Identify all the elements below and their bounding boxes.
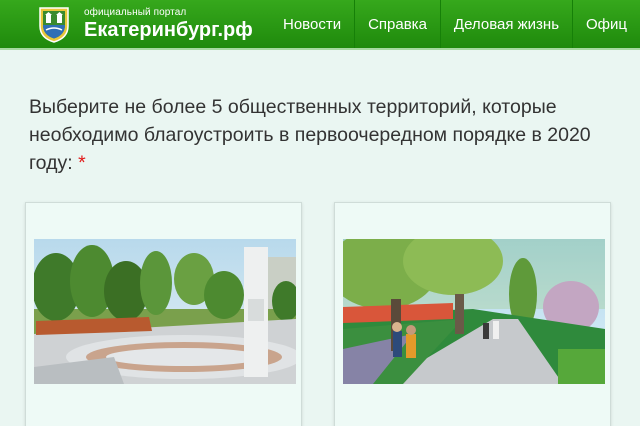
site-header: официальный портал Екатеринбург.рф Новос… — [0, 0, 640, 50]
poll-question-text: Выберите не более 5 общественных террито… — [29, 96, 591, 174]
nav-item-business[interactable]: Деловая жизнь — [439, 0, 572, 48]
main-nav: Новости Справка Деловая жизнь Офиц — [270, 0, 640, 48]
site-name: Екатеринбург.рф — [84, 19, 253, 41]
nav-item-reference[interactable]: Справка — [354, 0, 440, 48]
site-logo[interactable]: официальный портал Екатеринбург.рф — [0, 0, 270, 48]
park-square-image — [34, 239, 296, 384]
required-mark: * — [78, 152, 86, 174]
nav-item-official[interactable]: Офиц — [572, 0, 640, 48]
territory-option-card[interactable] — [334, 202, 611, 426]
portal-label: официальный портал — [84, 7, 187, 18]
nav-item-news[interactable]: Новости — [270, 0, 354, 48]
territory-option-card[interactable] — [25, 202, 302, 426]
city-crest-icon — [39, 7, 69, 43]
poll-question: Выберите не более 5 общественных террито… — [29, 93, 609, 177]
walkway-image — [343, 239, 605, 384]
